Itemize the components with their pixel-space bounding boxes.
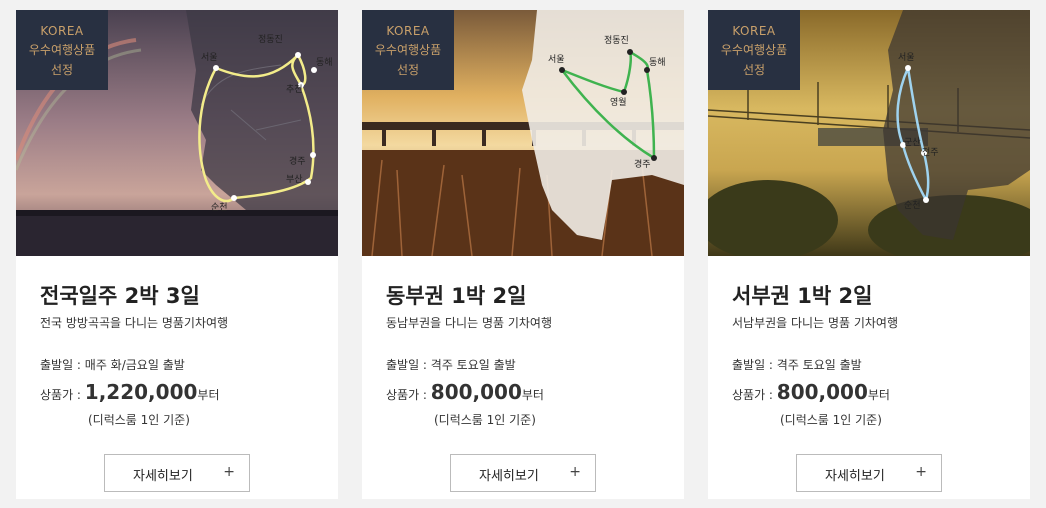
city-label: 부산 <box>286 174 303 185</box>
price-note: (디럭스룸 1인 기준) <box>434 413 536 427</box>
city-label: 추천 <box>286 84 303 95</box>
product-title[interactable]: 동부권 1박 2일 <box>386 280 526 310</box>
city-markers <box>900 65 929 203</box>
city-label: 정동진 <box>258 34 283 45</box>
award-badge: KOREA 우수여행상품 선정 <box>362 10 454 90</box>
product-photo[interactable]: 정동진 서울 동해 영월 경주 KOREA 우수여행상품 선정 <box>362 10 684 256</box>
view-details-label: 자세히보기 <box>479 469 539 484</box>
badge-award: 우수여행상품 <box>374 43 442 57</box>
product-subtitle: 동남부권을 다니는 명품 기차여행 <box>386 316 553 330</box>
departure-info: 출발일 : 격주 토요일 출발 <box>732 358 862 372</box>
price-note: (디럭스룸 1인 기준) <box>780 413 882 427</box>
city-label: 순천 <box>904 200 921 211</box>
view-details-label: 자세히보기 <box>133 469 193 484</box>
badge-selected: 선정 <box>50 63 74 77</box>
view-details-button[interactable]: 자세히보기 + <box>450 454 596 492</box>
plus-icon: + <box>223 464 235 480</box>
product-card[interactable]: 서울 군산 전주 순천 KOREA 우수여행상품 선정 서부권 1박 2일 서남… <box>708 10 1030 499</box>
product-title[interactable]: 서부권 1박 2일 <box>732 280 872 310</box>
city-label: 동해 <box>316 57 333 68</box>
city-label: 서울 <box>548 54 565 65</box>
city-label: 영월 <box>610 96 627 108</box>
price-label: 상품가 : <box>40 388 85 402</box>
badge-award: 우수여행상품 <box>28 43 96 57</box>
price-label: 상품가 : <box>386 388 431 402</box>
price-label: 상품가 : <box>732 388 777 402</box>
price-suffix: 부터 <box>521 388 544 402</box>
badge-selected: 선정 <box>742 63 766 77</box>
city-label: 경주 <box>289 155 306 167</box>
product-card-list: 정동진 서울 동해 추천 경주 부산 순천 KOREA 우수여행상품 선정 전국… <box>0 0 1046 508</box>
city-label: 군산 <box>904 137 921 148</box>
city-label: 경주 <box>634 158 651 170</box>
route-line <box>896 67 930 201</box>
plus-icon: + <box>915 464 927 480</box>
price-note: (디럭스룸 1인 기준) <box>88 413 190 427</box>
city-markers <box>559 49 657 161</box>
departure-info: 출발일 : 매주 화/금요일 출발 <box>40 358 185 372</box>
price-suffix: 부터 <box>197 388 220 402</box>
city-label: 순천 <box>211 202 228 213</box>
product-title[interactable]: 전국일주 2박 3일 <box>40 280 200 310</box>
city-label: 서울 <box>898 52 915 63</box>
route-line <box>561 50 656 160</box>
price-row: 상품가 : 1,220,000부터 <box>40 380 220 404</box>
product-card[interactable]: 정동진 서울 동해 추천 경주 부산 순천 KOREA 우수여행상품 선정 전국… <box>16 10 338 499</box>
product-card[interactable]: 정동진 서울 동해 영월 경주 KOREA 우수여행상품 선정 동부권 1박 2… <box>362 10 684 499</box>
price-value: 1,220,000 <box>84 380 198 404</box>
departure-info: 출발일 : 격주 토요일 출발 <box>386 358 516 372</box>
view-details-button[interactable]: 자세히보기 + <box>796 454 942 492</box>
view-details-button[interactable]: 자세히보기 + <box>104 454 250 492</box>
price-row: 상품가 : 800,000부터 <box>386 380 544 404</box>
badge-korea: KOREA <box>386 24 430 38</box>
badge-korea: KOREA <box>40 24 84 38</box>
badge-selected: 선정 <box>396 63 420 77</box>
price-row: 상품가 : 800,000부터 <box>732 380 890 404</box>
city-label: 전주 <box>922 147 939 158</box>
city-label: 서울 <box>201 52 218 63</box>
award-badge: KOREA 우수여행상품 선정 <box>16 10 108 90</box>
product-subtitle: 서남부권을 다니는 명품 기차여행 <box>732 316 899 330</box>
award-badge: KOREA 우수여행상품 선정 <box>708 10 800 90</box>
view-details-label: 자세히보기 <box>825 469 885 484</box>
plus-icon: + <box>569 464 581 480</box>
city-label: 정동진 <box>604 35 629 46</box>
product-photo[interactable]: 정동진 서울 동해 추천 경주 부산 순천 KOREA 우수여행상품 선정 <box>16 10 338 256</box>
price-value: 800,000 <box>776 380 868 404</box>
price-value: 800,000 <box>430 380 522 404</box>
badge-korea: KOREA <box>732 24 776 38</box>
product-photo[interactable]: 서울 군산 전주 순천 KOREA 우수여행상품 선정 <box>708 10 1030 256</box>
product-subtitle: 전국 방방곡곡을 다니는 명품기차여행 <box>40 316 229 330</box>
city-label: 동해 <box>649 57 666 68</box>
badge-award: 우수여행상품 <box>720 43 788 57</box>
price-suffix: 부터 <box>867 388 890 402</box>
